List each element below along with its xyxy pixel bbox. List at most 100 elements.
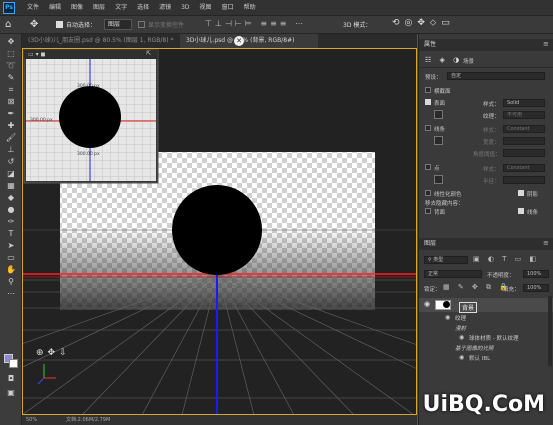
width-field[interactable] — [503, 137, 545, 145]
lasso-tool-icon[interactable]: ➰ — [5, 61, 17, 71]
lines-remove-checkbox[interactable] — [518, 208, 524, 214]
layer-filter-icons[interactable]: ▣ ◐ T ▭ ◧ — [473, 255, 539, 263]
layer-sub-item[interactable]: 漫射 — [419, 323, 553, 333]
hand-tool-icon[interactable]: ✋ — [5, 265, 17, 275]
radius-field[interactable] — [503, 176, 545, 184]
menu-item[interactable]: 文件 — [22, 0, 44, 16]
menu-item[interactable]: 文字 — [110, 0, 132, 16]
width-label: 宽度： — [483, 140, 500, 146]
opacity-field[interactable]: 100% — [523, 270, 549, 278]
measure-top: 300.00 px — [77, 84, 100, 89]
home-icon[interactable]: ⌂ — [5, 19, 11, 30]
auto-select-dropdown[interactable]: 图层 — [104, 19, 132, 30]
screen-mode-icon[interactable]: ▣ — [5, 388, 17, 398]
menu-item[interactable]: 窗口 — [217, 0, 239, 16]
texture-select[interactable]: 不可用 — [503, 111, 545, 119]
menu-item[interactable]: 选择 — [132, 0, 154, 16]
3d-nav-icons[interactable]: ⊕✥⇩ — [36, 348, 71, 358]
surface-color-swatch[interactable] — [434, 110, 443, 119]
properties-tab-icons[interactable]: ☷ ◈ ◑ — [425, 56, 462, 64]
auto-select-checkbox[interactable] — [56, 21, 63, 28]
menu-item[interactable]: 滤镜 — [154, 0, 176, 16]
layer-sub-item[interactable]: ◉ 纹理 — [419, 313, 553, 323]
move-tool-icon[interactable]: ✥ — [30, 19, 38, 30]
dodge-tool-icon[interactable]: ● — [5, 205, 17, 215]
panel-menu-icon[interactable]: ≡ — [543, 40, 549, 48]
preset-select[interactable]: 自定 — [447, 72, 545, 80]
frame-tool-icon[interactable]: ⊠ — [5, 97, 17, 107]
eraser-icon[interactable]: ◪ — [5, 169, 17, 179]
cross-section-checkbox[interactable] — [425, 87, 431, 93]
properties-panel-header[interactable]: 属性 — [419, 39, 553, 51]
menu-item[interactable]: 视图 — [195, 0, 217, 16]
surface-checkbox[interactable] — [425, 99, 431, 105]
menu-item[interactable]: 帮助 — [239, 0, 261, 16]
view-expand-icon[interactable]: ⇱ — [146, 50, 151, 57]
layer-row-background[interactable]: ◉ 背景 — [419, 298, 553, 313]
surface-style-select[interactable]: Solid — [503, 99, 545, 107]
align-icons[interactable]: ⊤⊥⊣⊢⊨ ≡≡≡ ⋯ — [205, 19, 306, 28]
menu-bar: Ps 文件 编辑 图像 图层 文字 选择 滤镜 3D 视图 窗口 帮助 — [0, 0, 553, 16]
pen-tool-icon[interactable]: ✑ — [5, 217, 17, 227]
layer-sub-item[interactable]: ◉ 球体材质 - 默认纹理 — [419, 333, 553, 343]
history-brush-icon[interactable]: ↺ — [5, 157, 17, 167]
layers-scrollbar[interactable] — [548, 296, 552, 366]
close-tab-icon[interactable]: ✕ — [234, 36, 244, 46]
shape-tool-icon[interactable]: ▭ — [5, 253, 17, 263]
move-tool-icon[interactable]: ✥ — [5, 37, 17, 47]
document-size[interactable]: 文档:2.06M/2.79M — [66, 415, 110, 425]
layer-name[interactable]: 背景 — [459, 302, 478, 313]
view-camera-icon[interactable]: ▭ ▾ ◼ — [28, 51, 45, 58]
more-tools-icon[interactable]: ⋯ — [5, 289, 17, 299]
fill-field[interactable]: 100% — [523, 284, 549, 292]
menu-item[interactable]: 编辑 — [44, 0, 66, 16]
eye-icon[interactable]: ◉ — [445, 314, 450, 321]
crop-tool-icon[interactable]: ⌗ — [5, 85, 17, 95]
gradient-tool-icon[interactable]: ▦ — [5, 181, 17, 191]
texture-label: 纹理： — [483, 114, 500, 120]
menu-item[interactable]: 3D — [176, 0, 194, 16]
blur-tool-icon[interactable]: ◆ — [5, 193, 17, 203]
linearize-checkbox[interactable] — [425, 190, 431, 196]
shadow-checkbox[interactable] — [518, 190, 524, 196]
tab-document-2[interactable]: 3D小球儿.psd @ 50% (背景, RGB/8#) — [180, 34, 318, 48]
eye-icon[interactable]: ◉ — [459, 334, 464, 341]
lines-checkbox[interactable] — [425, 125, 431, 131]
lines-color-swatch[interactable] — [434, 136, 443, 145]
quick-mask-icon[interactable]: ◘ — [5, 374, 17, 384]
eyedropper-icon[interactable]: ✒ — [5, 109, 17, 119]
quick-select-icon[interactable]: ✎ — [5, 73, 17, 83]
eye-icon[interactable]: ◉ — [459, 354, 464, 361]
3d-mode-icons[interactable]: ⟲◎✥⬦▭ — [392, 18, 455, 28]
3d-mode-label: 3D 模式： — [343, 22, 372, 29]
layer-sub-item[interactable]: 基于图像的光照 — [419, 343, 553, 353]
zoom-tool-icon[interactable]: ⚲ — [5, 277, 17, 287]
zoom-level[interactable]: 50% — [26, 415, 37, 425]
healing-brush-icon[interactable]: ✚ — [5, 121, 17, 131]
brush-tool-icon[interactable]: 🖌 — [5, 133, 17, 143]
show-transform-checkbox[interactable] — [138, 21, 145, 28]
document-canvas[interactable]: ▭ ▾ ◼ ⇱ 300.00 px 300.00 px 300.00 px ⊕✥… — [22, 48, 417, 415]
path-select-icon[interactable]: ➤ — [5, 241, 17, 251]
marquee-tool-icon[interactable]: ⬚ — [5, 49, 17, 59]
stamp-tool-icon[interactable]: ⊥ — [5, 145, 17, 155]
layer-filter-select[interactable]: ⚲ 类型 — [424, 256, 468, 264]
points-style-select[interactable]: Constant — [503, 164, 545, 172]
angle-field[interactable] — [503, 149, 545, 157]
blend-mode-select[interactable]: 正常 — [424, 270, 482, 278]
background-color-swatch[interactable] — [9, 359, 18, 368]
points-color-swatch[interactable] — [434, 175, 443, 184]
tab-document-1[interactable]: (3D小球)儿_朋友圈.psd @ 80.5% (图层 1, RGB/8) * — [22, 34, 180, 48]
menu-item[interactable]: 图像 — [66, 0, 88, 16]
lock-icons[interactable]: ▦ ✎ ✥ ⧉ 🔒 — [443, 283, 511, 292]
eye-icon[interactable]: ◉ — [424, 300, 430, 308]
points-checkbox[interactable] — [425, 164, 431, 170]
lines-style-select[interactable]: Constant — [503, 125, 545, 133]
tab-scene[interactable]: 场景 — [463, 57, 474, 65]
menu-item[interactable]: 图层 — [88, 0, 110, 16]
layer-sub-item[interactable]: ◉ 默认 IBL — [419, 353, 553, 363]
layers-panel-header[interactable]: 图层 — [419, 238, 553, 250]
layers-menu-icon[interactable]: ≡ — [543, 239, 549, 247]
back-checkbox[interactable] — [425, 208, 431, 214]
type-tool-icon[interactable]: T — [5, 229, 17, 239]
